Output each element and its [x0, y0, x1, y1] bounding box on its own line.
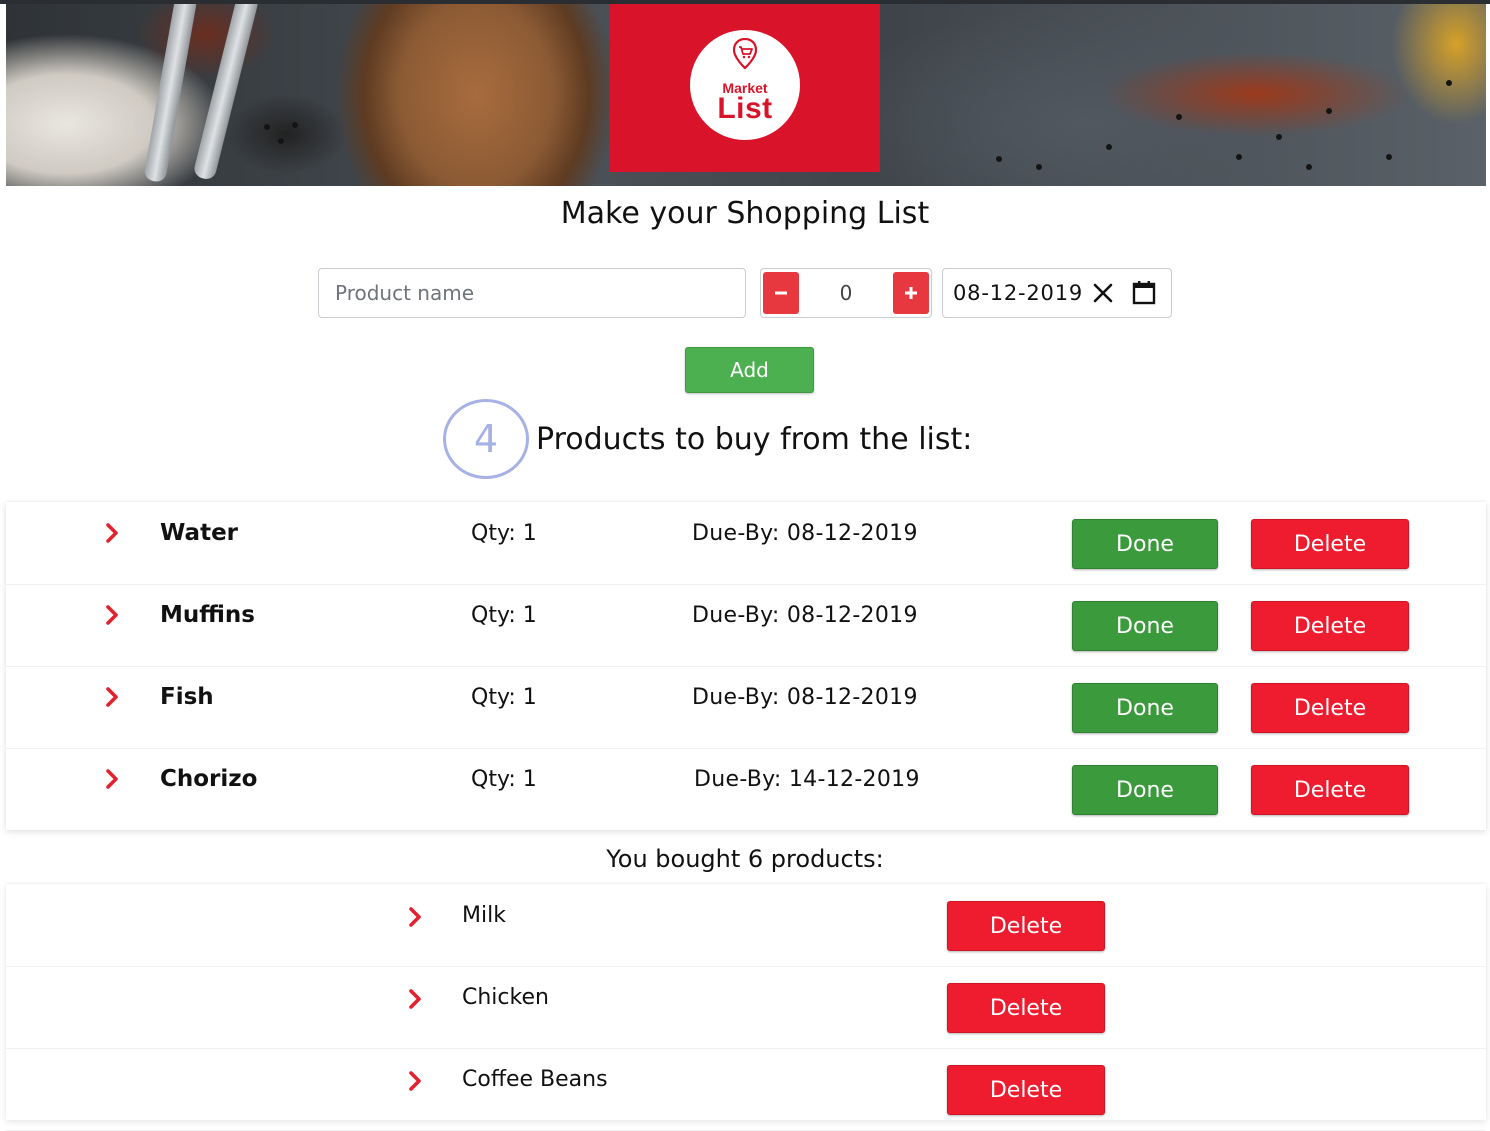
chevron-right-icon[interactable] [104, 768, 120, 790]
product-name: Water [160, 520, 239, 546]
product-due-date: Due-By: 08-12-2019 [692, 521, 918, 546]
product-quantity: Qty: 1 [471, 603, 537, 628]
delete-button[interactable]: Delete [1251, 601, 1409, 651]
product-name: Chicken [462, 985, 549, 1010]
product-due-date: Due-By: 08-12-2019 [692, 603, 918, 628]
delete-button[interactable]: Delete [947, 901, 1105, 951]
decrement-button[interactable] [763, 272, 799, 314]
product-quantity: Qty: 1 [471, 685, 537, 710]
product-due-date: Due-By: 14-12-2019 [694, 767, 920, 792]
close-icon[interactable] [1091, 281, 1115, 305]
logo-text-list: List [717, 92, 773, 125]
list-item: Chicken Delete [6, 966, 1486, 1049]
product-due-date: Due-By: 08-12-2019 [692, 685, 918, 710]
calendar-icon[interactable] [1131, 280, 1157, 306]
add-product-form: 0 08-12-2019 [0, 268, 1490, 320]
quantity-value[interactable]: 0 [801, 269, 891, 317]
delete-button[interactable]: Delete [947, 983, 1105, 1033]
product-name: Coffee Beans [462, 1067, 608, 1092]
chevron-right-icon[interactable] [407, 906, 423, 928]
chevron-right-icon[interactable] [407, 1070, 423, 1092]
page-title: Make your Shopping List [560, 196, 930, 231]
product-name: Muffins [160, 602, 255, 628]
logo-banner[interactable]: Market List [610, 4, 880, 172]
chevron-right-icon[interactable] [407, 988, 423, 1010]
product-quantity: Qty: 1 [471, 521, 537, 546]
bought-products-list: Milk Delete Chicken Delete Coffee Beans … [6, 884, 1486, 1131]
pending-list-heading: Products to buy from the list: [536, 422, 973, 457]
due-date-picker[interactable]: 08-12-2019 [942, 268, 1172, 318]
list-item: Water Qty: 1 Due-By: 08-12-2019 Done Del… [6, 502, 1486, 585]
list-item: Fish Qty: 1 Due-By: 08-12-2019 Done Dele… [6, 666, 1486, 749]
minus-icon [775, 291, 787, 295]
list-item: Chorizo Qty: 1 Due-By: 14-12-2019 Done D… [6, 748, 1486, 830]
done-button[interactable]: Done [1072, 601, 1218, 651]
due-date-value[interactable]: 08-12-2019 [953, 269, 1083, 317]
quantity-stepper: 0 [760, 268, 932, 318]
done-button[interactable]: Done [1072, 765, 1218, 815]
chevron-right-icon[interactable] [104, 604, 120, 626]
product-quantity: Qty: 1 [471, 767, 537, 792]
bought-list-heading: You bought 6 products: [606, 845, 884, 873]
list-item: Muffins Qty: 1 Due-By: 08-12-2019 Done D… [6, 584, 1486, 667]
pending-count-badge: 4 [443, 399, 529, 479]
delete-button[interactable]: Delete [947, 1065, 1105, 1115]
list-item: Coffee Beans Delete [6, 1048, 1486, 1131]
logo-badge: Market List [690, 30, 800, 140]
delete-button[interactable]: Delete [1251, 765, 1409, 815]
chevron-right-icon[interactable] [104, 686, 120, 708]
product-name-input[interactable] [318, 268, 746, 318]
increment-button[interactable] [893, 272, 929, 314]
delete-button[interactable]: Delete [1251, 519, 1409, 569]
plus-icon [905, 287, 917, 299]
product-name: Chorizo [160, 766, 258, 792]
product-name: Milk [462, 903, 506, 928]
pending-products-list: Water Qty: 1 Due-By: 08-12-2019 Done Del… [6, 502, 1486, 830]
add-button[interactable]: Add [685, 347, 814, 393]
chevron-right-icon[interactable] [104, 522, 120, 544]
list-item: Milk Delete [6, 884, 1486, 967]
done-button[interactable]: Done [1072, 683, 1218, 733]
delete-button[interactable]: Delete [1251, 683, 1409, 733]
map-pin-cart-icon [732, 38, 758, 70]
done-button[interactable]: Done [1072, 519, 1218, 569]
product-name: Fish [160, 684, 214, 710]
